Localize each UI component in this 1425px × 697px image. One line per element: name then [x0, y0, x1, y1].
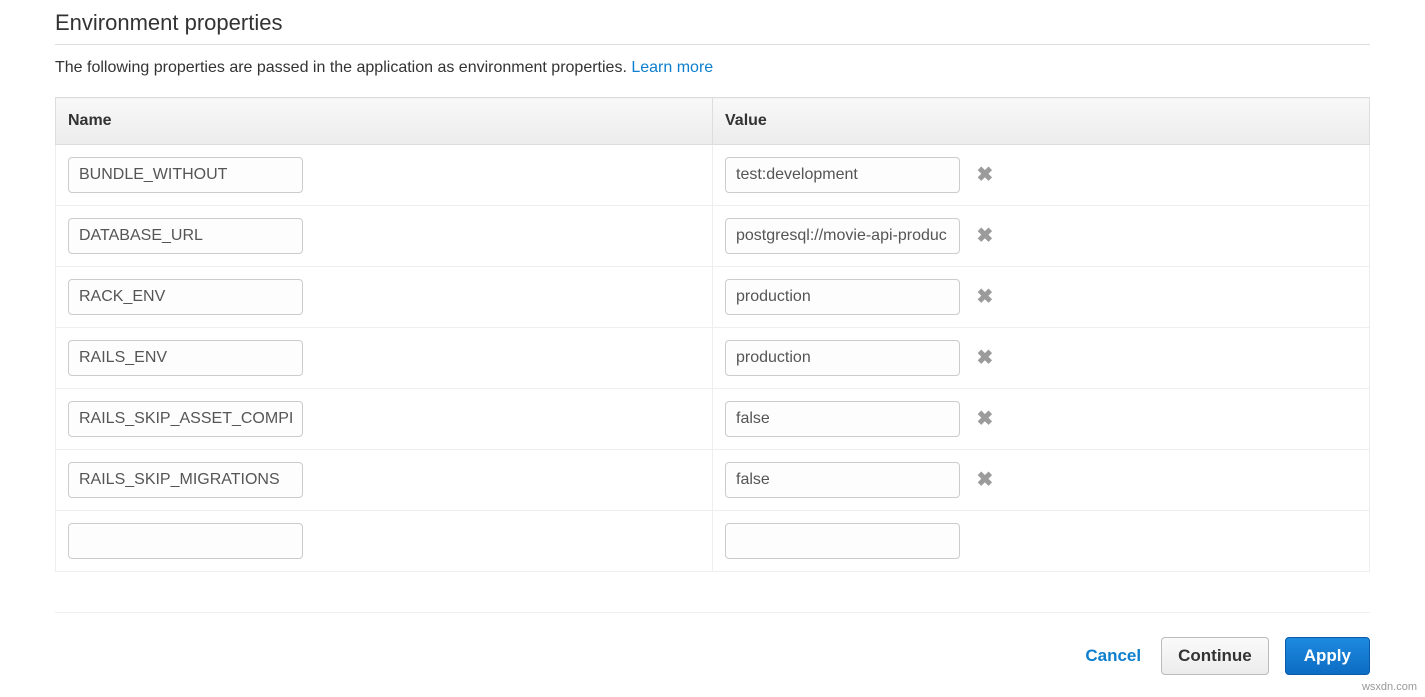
cancel-button[interactable]: Cancel	[1081, 638, 1145, 674]
table-row: ✖	[56, 450, 1370, 511]
section-title: Environment properties	[55, 10, 1370, 44]
prop-name-input-blank[interactable]	[68, 523, 303, 559]
table-row: ✖	[56, 389, 1370, 450]
column-header-name: Name	[56, 98, 713, 145]
prop-value-input[interactable]	[725, 401, 960, 437]
prop-value-input-blank[interactable]	[725, 523, 960, 559]
remove-row-icon[interactable]: ✖	[976, 409, 993, 429]
prop-name-input[interactable]	[68, 157, 303, 193]
prop-name-input[interactable]	[68, 279, 303, 315]
prop-name-input[interactable]	[68, 462, 303, 498]
continue-button[interactable]: Continue	[1161, 637, 1269, 675]
footer-actions: Cancel Continue Apply	[55, 637, 1370, 675]
remove-row-icon[interactable]: ✖	[976, 348, 993, 368]
column-header-value: Value	[713, 98, 1370, 145]
section-description: The following properties are passed in t…	[55, 59, 1370, 77]
prop-name-input[interactable]	[68, 401, 303, 437]
table-row-blank	[56, 511, 1370, 572]
table-row: ✖	[56, 328, 1370, 389]
table-row: ✖	[56, 206, 1370, 267]
footer-divider	[55, 612, 1370, 613]
remove-row-icon[interactable]: ✖	[976, 287, 993, 307]
remove-row-icon[interactable]: ✖	[976, 470, 993, 490]
table-row: ✖	[56, 267, 1370, 328]
env-properties-table: Name Value ✖ ✖ ✖	[55, 97, 1370, 572]
prop-value-input[interactable]	[725, 157, 960, 193]
table-row: ✖	[56, 145, 1370, 206]
prop-value-input[interactable]	[725, 462, 960, 498]
apply-button[interactable]: Apply	[1285, 637, 1370, 675]
remove-row-icon[interactable]: ✖	[976, 226, 993, 246]
prop-value-input[interactable]	[725, 218, 960, 254]
prop-value-input[interactable]	[725, 340, 960, 376]
remove-row-icon[interactable]: ✖	[976, 165, 993, 185]
watermark-text: wsxdn.com	[1362, 681, 1417, 693]
prop-name-input[interactable]	[68, 340, 303, 376]
title-divider	[55, 44, 1370, 45]
prop-value-input[interactable]	[725, 279, 960, 315]
learn-more-link[interactable]: Learn more	[631, 59, 713, 76]
prop-name-input[interactable]	[68, 218, 303, 254]
description-text: The following properties are passed in t…	[55, 59, 627, 76]
